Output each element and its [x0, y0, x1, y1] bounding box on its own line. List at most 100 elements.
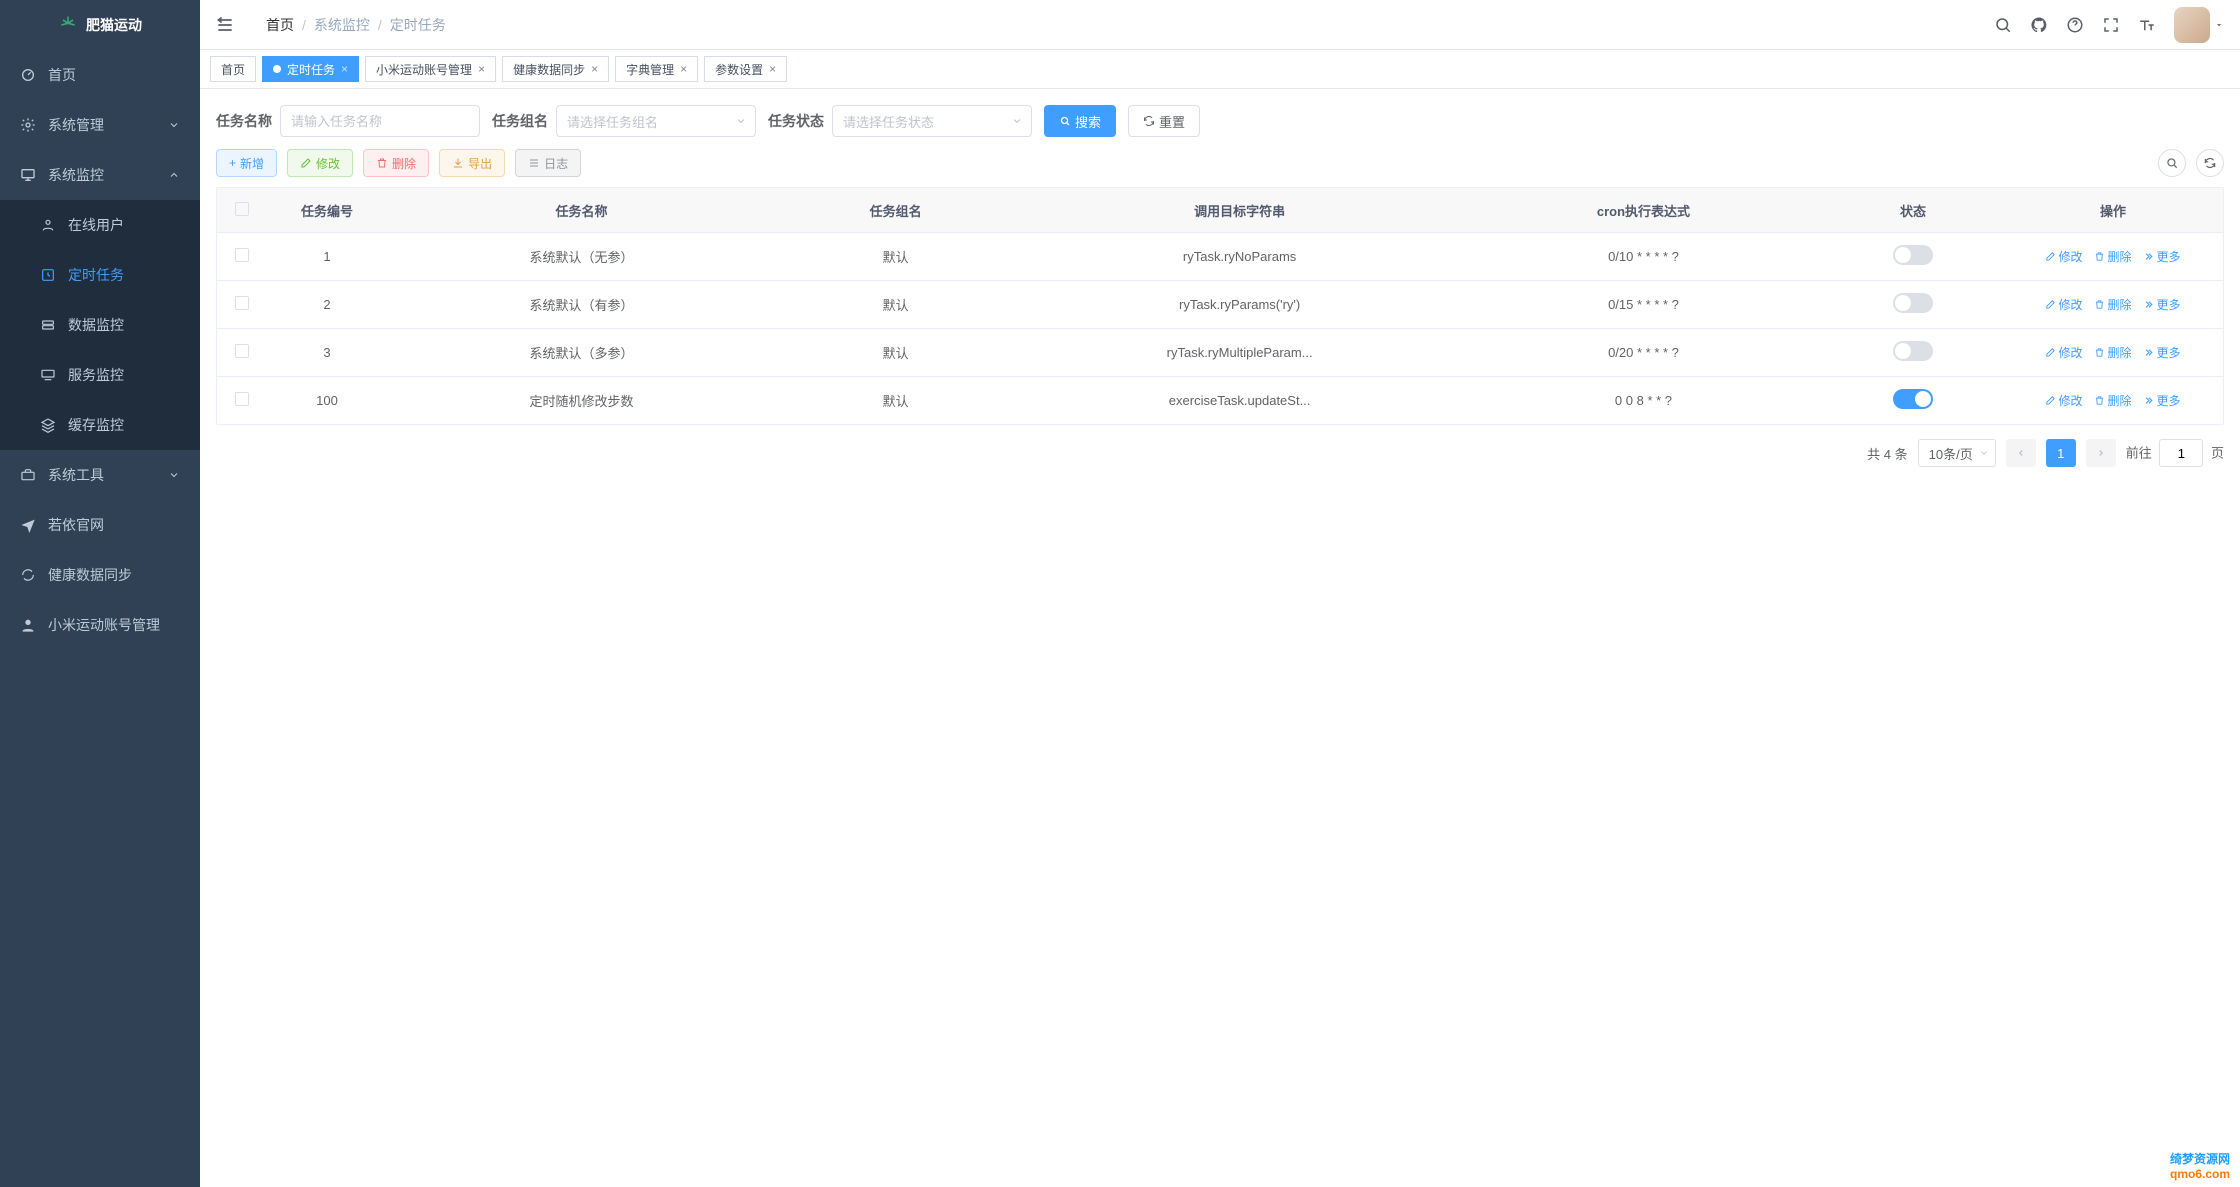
- reset-button[interactable]: 重置: [1128, 105, 1200, 137]
- page-size-select[interactable]: 10条/页: [1918, 439, 1996, 467]
- task-status-select[interactable]: 请选择任务状态: [832, 105, 1032, 137]
- row-delete-link[interactable]: 删除: [2094, 248, 2131, 265]
- search-button[interactable]: 搜索: [1044, 105, 1116, 137]
- sidebar-item-online[interactable]: 在线用户: [0, 200, 200, 250]
- clock-icon: [40, 267, 56, 283]
- row-edit-link[interactable]: 修改: [2045, 248, 2082, 265]
- row-checkbox[interactable]: [235, 296, 249, 310]
- breadcrumb: 首页 / 系统监控 / 定时任务: [266, 15, 446, 35]
- sidebar-item-home[interactable]: 首页: [0, 50, 200, 100]
- toggle-search-button[interactable]: [2158, 149, 2186, 177]
- prev-page-button[interactable]: [2006, 439, 2036, 467]
- edit-icon: [300, 157, 312, 169]
- search-icon: [1059, 115, 1071, 127]
- button-label: 导出: [468, 155, 492, 172]
- sidebar-item-sys-tool[interactable]: 系统工具: [0, 450, 200, 500]
- toolbox-icon: [20, 467, 36, 483]
- sidebar-item-service-monitor[interactable]: 服务监控: [0, 350, 200, 400]
- task-group-select[interactable]: 请选择任务组名: [556, 105, 756, 137]
- font-size-icon[interactable]: [2138, 16, 2156, 34]
- sidebar-item-ruoyi[interactable]: 若依官网: [0, 500, 200, 550]
- tab-job[interactable]: 定时任务 ×: [262, 56, 359, 82]
- col-invoke: 调用目标字符串: [1015, 201, 1464, 220]
- row-checkbox[interactable]: [235, 344, 249, 358]
- tab-home[interactable]: 首页: [210, 56, 256, 82]
- cell-invoke: exerciseTask.updateSt...: [1015, 393, 1464, 408]
- task-name-input[interactable]: [280, 105, 480, 137]
- cell-name: 系统默认（多参）: [387, 343, 776, 362]
- trash-icon: [2094, 347, 2105, 358]
- close-icon[interactable]: ×: [478, 62, 485, 76]
- chevron-down-icon: [1979, 448, 1989, 458]
- help-icon[interactable]: [2066, 16, 2084, 34]
- row-edit-link[interactable]: 修改: [2045, 344, 2082, 361]
- row-more-link[interactable]: 更多: [2143, 296, 2180, 313]
- log-button[interactable]: 日志: [515, 149, 581, 177]
- sidebar-item-cache-monitor[interactable]: 缓存监控: [0, 400, 200, 450]
- sidebar-item-data-monitor[interactable]: 数据监控: [0, 300, 200, 350]
- hamburger-toggle[interactable]: [200, 0, 250, 50]
- row-delete-link[interactable]: 删除: [2094, 344, 2131, 361]
- cell-group: 默认: [776, 391, 1015, 410]
- row-more-link[interactable]: 更多: [2143, 248, 2180, 265]
- status-switch[interactable]: [1893, 341, 1933, 361]
- status-switch[interactable]: [1893, 389, 1933, 409]
- row-more-link[interactable]: 更多: [2143, 344, 2180, 361]
- sidebar-item-health-sync[interactable]: 健康数据同步: [0, 550, 200, 600]
- breadcrumb-home[interactable]: 首页: [266, 15, 294, 35]
- sidebar-label: 缓存监控: [68, 415, 124, 435]
- button-label: 日志: [544, 155, 568, 172]
- user-menu[interactable]: [2174, 7, 2224, 43]
- monitor-icon: [20, 167, 36, 183]
- status-switch[interactable]: [1893, 293, 1933, 313]
- tab-label: 定时任务: [287, 61, 335, 78]
- refresh-table-button[interactable]: [2196, 149, 2224, 177]
- cell-cron: 0/10 * * * * ?: [1464, 249, 1823, 264]
- search-icon[interactable]: [1994, 16, 2012, 34]
- select-all-checkbox[interactable]: [235, 202, 249, 216]
- sidebar-item-sys-manage[interactable]: 系统管理: [0, 100, 200, 150]
- page-jump-input[interactable]: [2159, 439, 2203, 467]
- cell-cron: 0/20 * * * * ?: [1464, 345, 1823, 360]
- active-dot-icon: [273, 65, 281, 73]
- cell-name: 定时随机修改步数: [387, 391, 776, 410]
- page-number-current[interactable]: 1: [2046, 439, 2076, 467]
- status-switch[interactable]: [1893, 245, 1933, 265]
- row-more-link[interactable]: 更多: [2143, 392, 2180, 409]
- row-checkbox[interactable]: [235, 248, 249, 262]
- close-icon[interactable]: ×: [341, 62, 348, 76]
- edit-button[interactable]: 修改: [287, 149, 353, 177]
- row-checkbox[interactable]: [235, 392, 249, 406]
- row-delete-link[interactable]: 删除: [2094, 296, 2131, 313]
- sidebar-item-job[interactable]: 定时任务: [0, 250, 200, 300]
- sidebar-item-sys-monitor[interactable]: 系统监控: [0, 150, 200, 200]
- server-icon: [40, 367, 56, 383]
- github-icon[interactable]: [2030, 16, 2048, 34]
- next-page-button[interactable]: [2086, 439, 2116, 467]
- delete-button[interactable]: 删除: [363, 149, 429, 177]
- export-button[interactable]: 导出: [439, 149, 505, 177]
- button-label: 搜索: [1075, 112, 1101, 131]
- tab-health[interactable]: 健康数据同步×: [502, 56, 609, 82]
- close-icon[interactable]: ×: [680, 62, 687, 76]
- row-edit-link[interactable]: 修改: [2045, 296, 2082, 313]
- add-button[interactable]: +新增: [216, 149, 277, 177]
- row-delete-link[interactable]: 删除: [2094, 392, 2131, 409]
- chevron-down-icon: [168, 119, 180, 131]
- cell-id: 3: [267, 345, 387, 360]
- double-arrow-icon: [2143, 395, 2154, 406]
- sidebar-label: 服务监控: [68, 365, 124, 385]
- tab-dict[interactable]: 字典管理×: [615, 56, 698, 82]
- close-icon[interactable]: ×: [591, 62, 598, 76]
- cell-group: 默认: [776, 343, 1015, 362]
- fullscreen-icon[interactable]: [2102, 16, 2120, 34]
- row-edit-link[interactable]: 修改: [2045, 392, 2082, 409]
- sidebar-label: 系统监控: [48, 165, 104, 185]
- sidebar-item-xiaomi-acct[interactable]: 小米运动账号管理: [0, 600, 200, 650]
- button-label: 新增: [240, 155, 264, 172]
- close-icon[interactable]: ×: [769, 62, 776, 76]
- gear-icon: [20, 117, 36, 133]
- tab-xiaomi[interactable]: 小米运动账号管理×: [365, 56, 496, 82]
- cell-invoke: ryTask.ryNoParams: [1015, 249, 1464, 264]
- tab-param[interactable]: 参数设置×: [704, 56, 787, 82]
